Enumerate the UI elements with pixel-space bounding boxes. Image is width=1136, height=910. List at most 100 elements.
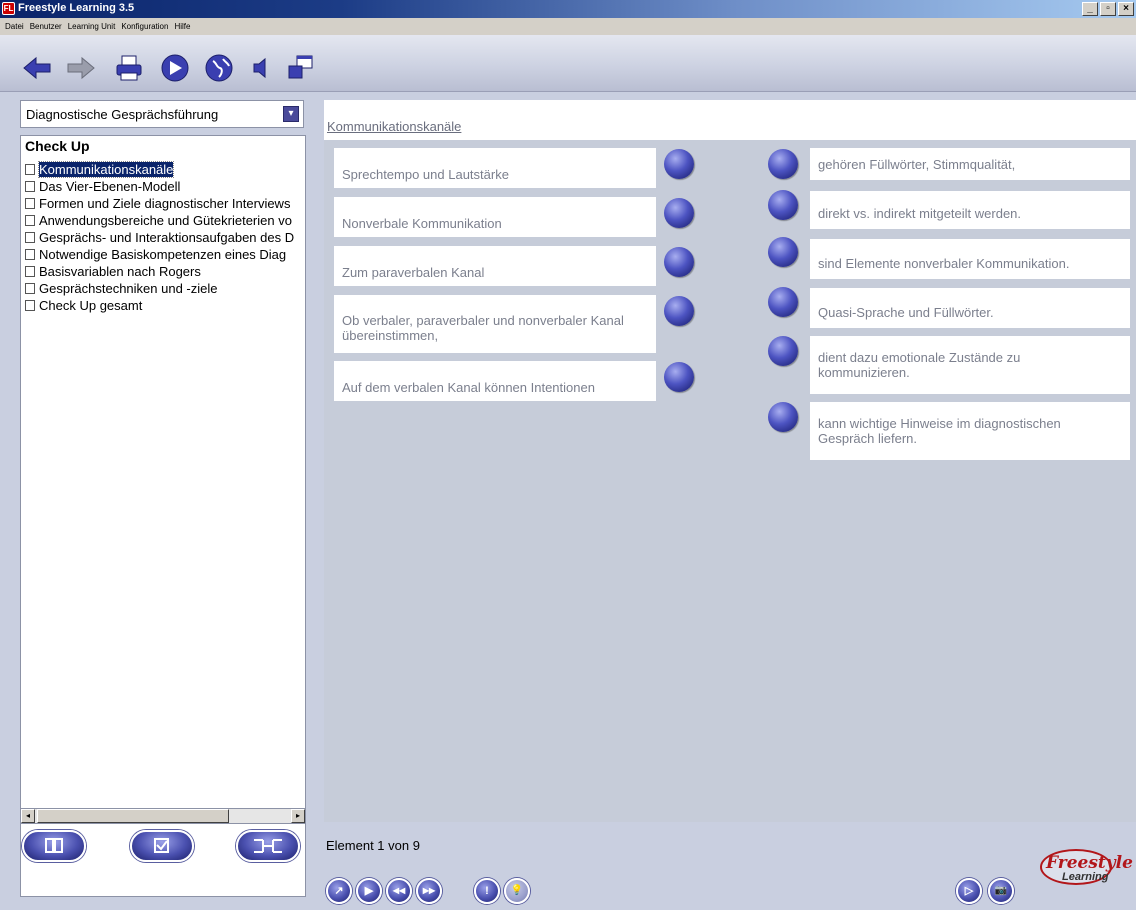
play-button[interactable]: ▶ [356,878,382,904]
menu-konfiguration[interactable]: Konfiguration [118,22,171,31]
navigate-icon[interactable] [160,53,190,83]
match-left-text: Nonverbale Kommunikation [342,215,502,231]
sound-icon[interactable] [246,53,276,83]
freestyle-learning-logo: Freestyle Learning [1040,847,1133,889]
match-left-connector[interactable] [664,149,694,179]
tree-horizontal-scrollbar[interactable]: ◂ ▸ [20,808,306,824]
match-right-connector[interactable] [768,402,798,432]
menu-datei[interactable]: Datei [2,22,27,31]
tree-item[interactable]: Das Vier-Ebenen-Modell [25,178,180,194]
match-right-connector[interactable] [768,190,798,220]
match-left-card[interactable]: Nonverbale Kommunikation [334,197,656,237]
checkup-button[interactable] [130,830,194,862]
tree-item[interactable]: Gesprächs- und Interaktionsaufgaben des … [25,229,294,245]
tree-item[interactable]: Anwendungsbereiche und Gütekrieterien vo [25,212,292,228]
scroll-right-icon[interactable]: ▸ [291,809,305,823]
exclamation-icon: ! [485,885,489,897]
book-button[interactable] [22,830,86,862]
tree-item-label: Anwendungsbereiche und Gütekrieterien vo [39,212,292,228]
tree-item-label: Das Vier-Ebenen-Modell [39,178,181,194]
camera-button[interactable]: 📷 [988,878,1014,904]
match-right-connector[interactable] [768,149,798,179]
chevron-down-icon[interactable]: ▾ [283,106,299,122]
document-icon [25,231,35,243]
solution-button[interactable]: 💡 [504,878,530,904]
chart-button[interactable]: ↗ [326,878,352,904]
tree-item-label: Gesprächs- und Interaktionsaufgaben des … [39,229,295,245]
tree-item-label: Check Up gesamt [39,297,143,313]
logo-word-freestyle: Freestyle [1046,853,1133,873]
maximize-button[interactable]: ▫ [1100,2,1116,16]
tree-item[interactable]: Gesprächstechniken und -ziele [25,280,218,296]
checkbox-icon [154,838,169,853]
match-left-connector[interactable] [664,362,694,392]
menu-learning-unit[interactable]: Learning Unit [65,22,119,31]
match-right-card[interactable]: kann wichtige Hinweise im diagnostischen… [810,402,1130,460]
learning-unit-select-value: Diagnostische Gesprächsführung [26,107,219,122]
match-right-card[interactable]: direkt vs. indirekt mitgeteilt werden. [810,191,1130,229]
globe-icon[interactable] [204,53,234,83]
match-left-text: Auf dem verbalen Kanal können Intentione… [342,379,595,395]
match-left-connector[interactable] [664,247,694,277]
match-left-connector[interactable] [664,198,694,228]
document-icon [25,163,35,175]
left-panel: Diagnostische Gesprächsführung ▾ Check U… [0,92,318,910]
tree-item[interactable]: Check Up gesamt [25,297,142,313]
match-left-card[interactable]: Ob verbaler, paraverbaler und nonverbale… [334,295,656,353]
chart-icon: ↗ [334,885,344,897]
title-bar: FL Freestyle Learning 3.5 _ ▫ × [0,0,1136,18]
menu-hilfe[interactable]: Hilfe [171,22,193,31]
close-button[interactable]: × [1118,2,1134,16]
tree-item[interactable]: Formen und Ziele diagnostischer Intervie… [25,195,290,211]
match-right-connector[interactable] [768,336,798,366]
scroll-thumb[interactable] [37,809,229,823]
match-right-text: dient dazu emotionale Zustände zu kommun… [818,350,1021,380]
tree-item-label: Gesprächstechniken und -ziele [39,280,218,296]
document-icon [25,248,35,260]
header-strip: Kommunikationskanäle [324,100,1136,140]
learning-unit-select[interactable]: Diagnostische Gesprächsführung ▾ [20,100,304,128]
document-icon [25,197,35,209]
fast-forward-button[interactable]: ▶▶ [416,878,442,904]
document-icon [25,282,35,294]
connect-icon [254,839,282,853]
match-right-text: Quasi-Sprache und Füllwörter. [818,304,994,320]
scroll-left-icon[interactable]: ◂ [21,809,35,823]
match-right-card[interactable]: sind Elemente nonverbaler Kommunikation. [810,239,1130,279]
match-right-connector[interactable] [768,287,798,317]
matching-area: Sprechtempo und Lautstärke Nonverbale Ko… [324,140,1136,822]
next-button[interactable]: ▷ [956,878,982,904]
document-icon [25,299,35,311]
menu-benutzer[interactable]: Benutzer [27,22,65,31]
logo-word-learning: Learning [1062,871,1109,883]
match-right-card[interactable]: gehören Füllwörter, Stimmqualität, [810,148,1130,180]
tree-item[interactable]: Basisvariablen nach Rogers [25,263,201,279]
next-icon: ▷ [964,885,974,897]
topic-link[interactable]: Kommunikationskanäle [327,119,461,134]
match-right-text: kann wichtige Hinweise im diagnostischen… [818,416,1061,446]
match-right-card[interactable]: Quasi-Sprache und Füllwörter. [810,288,1130,328]
match-right-connector[interactable] [768,237,798,267]
toolbar [0,35,1136,92]
print-icon[interactable] [114,53,144,83]
element-counter: Element 1 von 9 [326,838,420,853]
tree-item-label: Formen und Ziele diagnostischer Intervie… [39,195,291,211]
main-panel: Kommunikationskanäle Sprechtempo und Lau… [318,92,1136,910]
back-arrow-icon[interactable] [22,53,52,83]
hint-button[interactable]: ! [474,878,500,904]
match-left-card[interactable]: Auf dem verbalen Kanal können Intentione… [334,361,656,401]
tree-item[interactable]: Notwendige Basiskompetenzen eines Diag [25,246,286,262]
forward-arrow-icon[interactable] [66,53,96,83]
connect-button[interactable] [236,830,300,862]
document-icon [25,214,35,226]
tree-item-label: Basisvariablen nach Rogers [39,263,201,279]
match-left-card[interactable]: Zum paraverbalen Kanal [334,246,656,286]
match-left-card[interactable]: Sprechtempo und Lautstärke [334,148,656,188]
content-tree: Check Up Kommunikationskanäle Das Vier-E… [20,135,306,897]
match-left-connector[interactable] [664,296,694,326]
tree-item[interactable]: Kommunikationskanäle [25,160,175,178]
minimize-button[interactable]: _ [1082,2,1098,16]
rewind-button[interactable]: ◀◀ [386,878,412,904]
window-icon[interactable] [286,53,316,83]
match-right-card[interactable]: dient dazu emotionale Zustände zu kommun… [810,336,1130,394]
